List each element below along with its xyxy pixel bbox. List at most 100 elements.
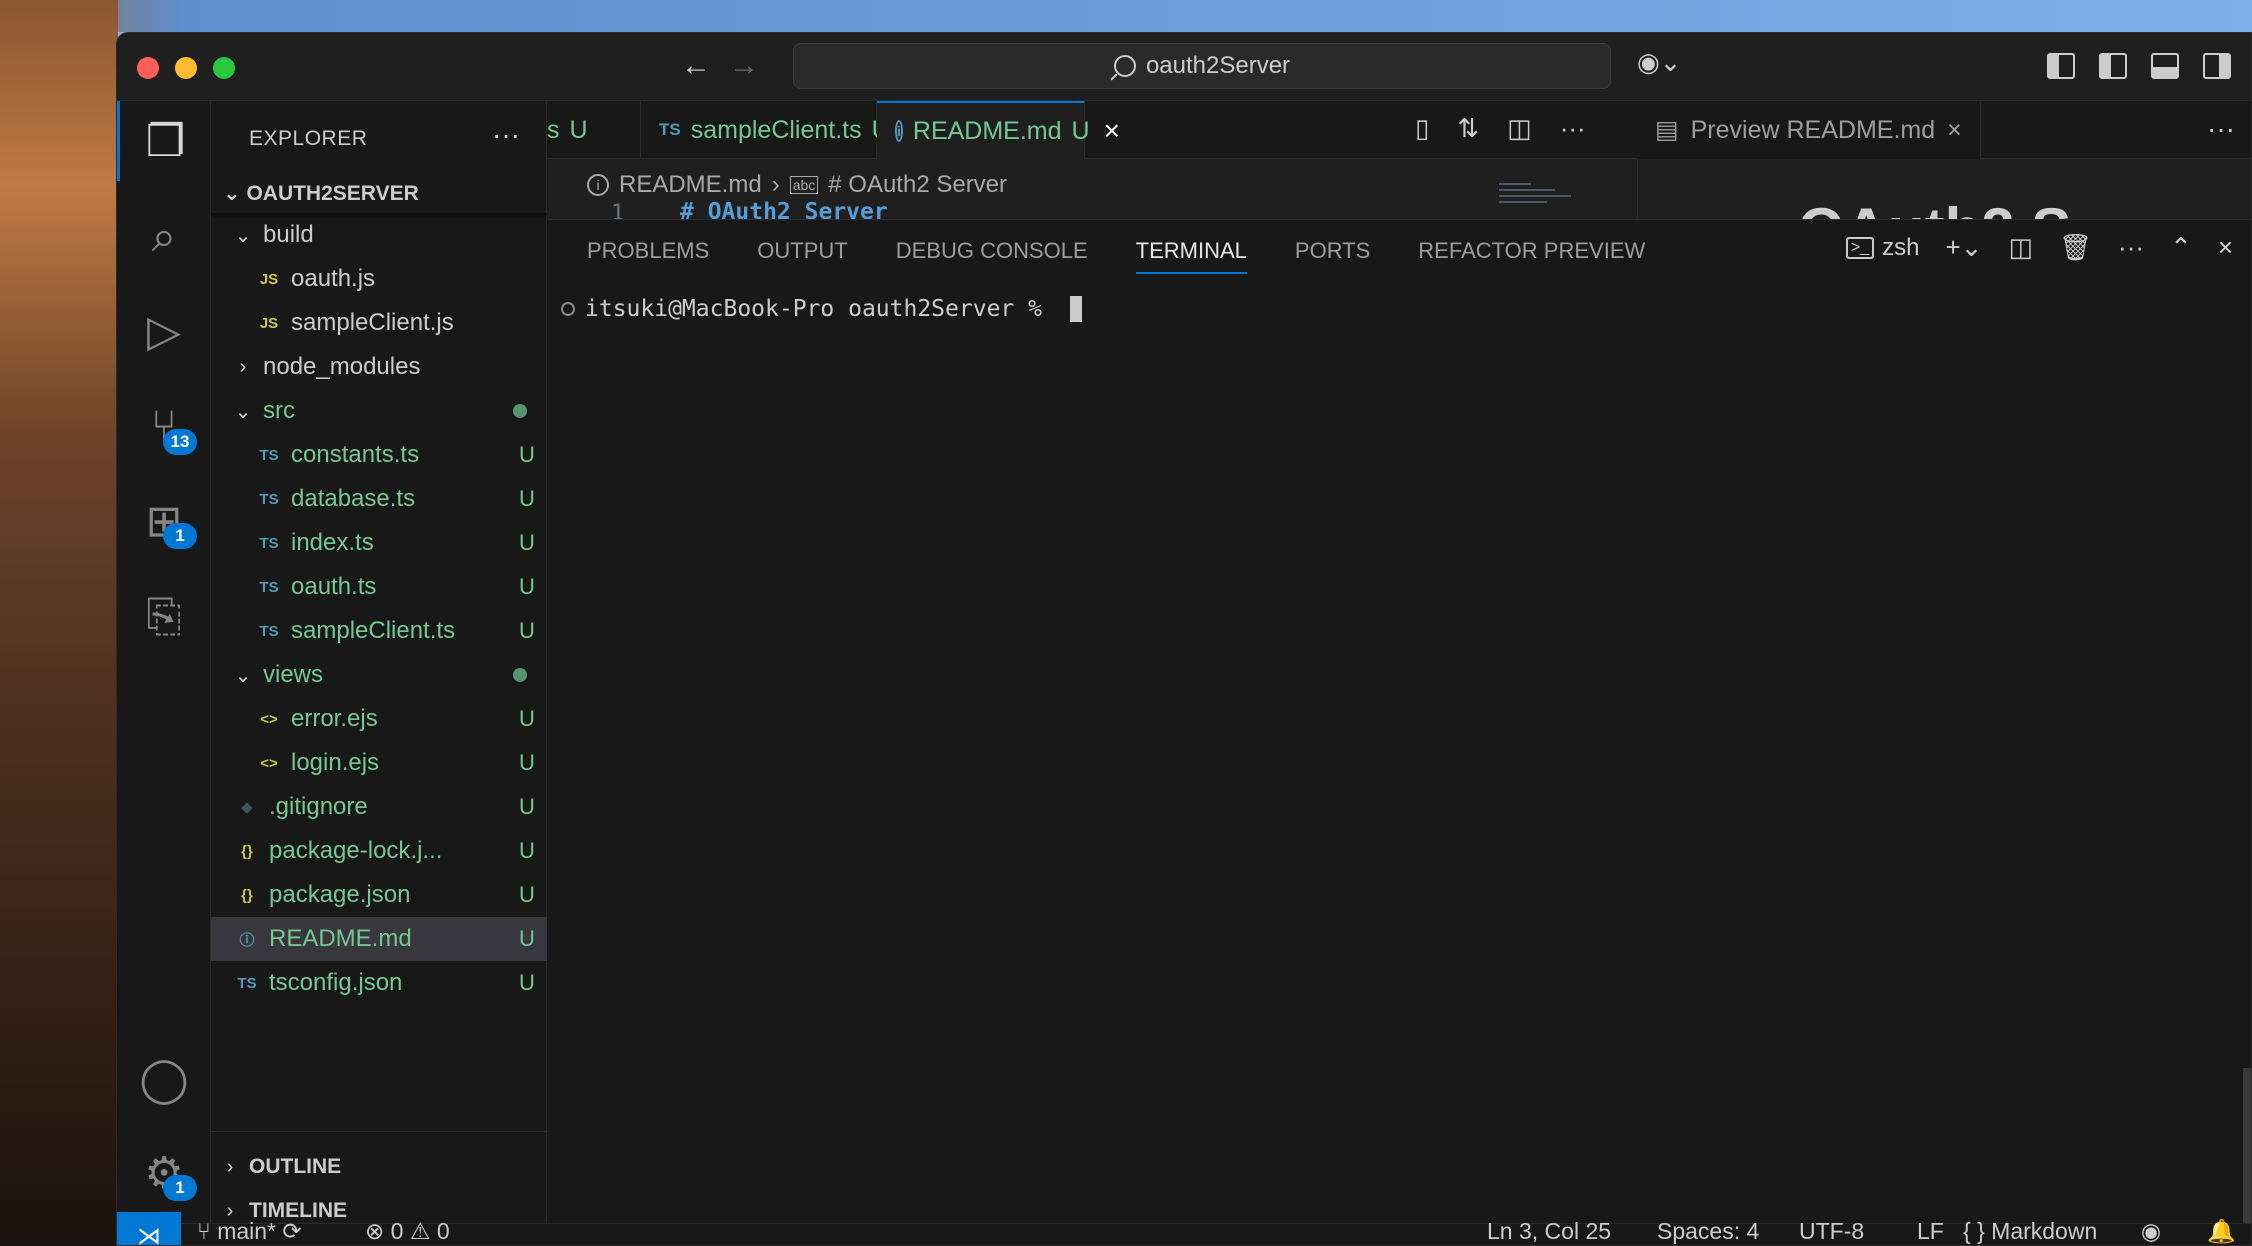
file-name: database.ts <box>291 485 416 512</box>
tab-sampleclient[interactable]: TS sampleClient.ts U <box>641 101 890 159</box>
indentation[interactable]: Spaces: 4 <box>1657 1218 1759 1245</box>
copilot-menu-icon[interactable]: ◉⌄ <box>1637 47 1681 78</box>
search-icon[interactable]: ⌕ <box>117 197 211 277</box>
toggle-panel-icon[interactable] <box>2151 53 2179 79</box>
git-status-untracked: U <box>519 486 535 511</box>
tab-terminal[interactable]: TERMINAL <box>1135 238 1247 274</box>
file-item[interactable]: JS oauth.js <box>211 257 547 301</box>
more-actions-icon[interactable]: ··· <box>492 119 520 151</box>
copilot-status-icon[interactable]: ◉ <box>2141 1218 2161 1245</box>
back-arrow-icon[interactable]: ← <box>681 49 711 83</box>
tab-debug-console[interactable]: DEBUG CONSOLE <box>896 238 1088 274</box>
git-status-untracked: U <box>519 574 535 599</box>
file-item[interactable]: {} package-lock.j... U <box>211 829 547 873</box>
folder-item[interactable]: ⌄ views <box>211 653 547 697</box>
file-item[interactable]: TS index.ts U <box>211 521 547 565</box>
git-status-untracked: U <box>519 926 535 951</box>
tab-problems[interactable]: PROBLEMS <box>587 238 709 274</box>
encoding[interactable]: UTF-8 <box>1799 1218 1864 1245</box>
info-icon: i <box>895 120 903 142</box>
notifications-bell-icon[interactable]: 🔔 <box>2207 1218 2236 1245</box>
split-editor-icon[interactable]: ◫ <box>1507 113 1532 144</box>
terminal-shell-selector[interactable]: >_ zsh <box>1845 234 1919 262</box>
close-icon[interactable]: × <box>1104 115 1120 147</box>
panel-tabs: PROBLEMS OUTPUT DEBUG CONSOLE TERMINAL P… <box>587 238 1645 274</box>
end-of-line[interactable]: LF <box>1917 1218 1944 1245</box>
tab-output[interactable]: OUTPUT <box>757 238 847 274</box>
trash-icon[interactable]: 🗑 <box>2059 232 2092 263</box>
zoom-window-button[interactable] <box>213 57 235 79</box>
branch-icon: ⑂ <box>197 1218 218 1244</box>
file-item[interactable]: TS oauth.ts U <box>211 565 547 609</box>
terminal-prompt-line[interactable]: itsuki@MacBook-Pro oauth2Server % <box>561 296 1082 322</box>
file-item[interactable]: <> error.ejs U <box>211 697 547 741</box>
language-mode[interactable]: { } Markdown <box>1963 1218 2097 1245</box>
explorer-icon[interactable]: ❐ <box>117 101 211 181</box>
toggle-secondary-sidebar-icon[interactable] <box>2203 53 2231 79</box>
run-debug-icon[interactable]: ▷ <box>117 291 211 371</box>
remote-indicator-icon[interactable]: ⋊ <box>117 1212 181 1245</box>
forward-arrow-icon[interactable]: → <box>729 49 759 83</box>
breadcrumb-file[interactable]: README.md <box>619 171 762 199</box>
accounts-icon[interactable]: ◯ <box>117 1039 211 1119</box>
folder-item[interactable]: › node_modules <box>211 345 547 389</box>
file-item[interactable]: TS constants.ts U <box>211 433 547 477</box>
more-actions-icon[interactable]: ··· <box>1560 113 1586 144</box>
branch-indicator[interactable]: ⑂ main* ⟳ <box>197 1218 302 1245</box>
outline-section[interactable]: › OUTLINE <box>211 1145 547 1189</box>
sync-icon[interactable]: ⟳ <box>282 1218 301 1244</box>
tab-truncated[interactable]: s U <box>547 101 641 159</box>
file-item[interactable]: TS sampleClient.ts U <box>211 609 547 653</box>
folder-item[interactable]: ⌄ build <box>211 213 547 257</box>
tab-ports[interactable]: PORTS <box>1295 238 1370 274</box>
more-actions-icon[interactable]: ··· <box>2118 232 2144 263</box>
scrollbar-thumb[interactable] <box>2243 1068 2251 1245</box>
close-window-button[interactable] <box>137 57 159 79</box>
command-center-search[interactable]: oauth2Server <box>793 43 1611 89</box>
typescript-icon: TS <box>259 578 279 596</box>
extensions-icon[interactable]: ⊞ 1 <box>117 481 211 561</box>
new-terminal-icon[interactable]: +⌄ <box>1945 232 1982 263</box>
file-item[interactable]: {} package.json U <box>211 873 547 917</box>
preview-more-actions-icon[interactable]: ··· <box>2207 113 2235 145</box>
compare-changes-icon[interactable]: ⇅ <box>1457 113 1479 144</box>
close-icon[interactable]: × <box>1947 116 1962 145</box>
terminal-scrollbar[interactable] <box>2243 278 2251 1245</box>
file-name: sampleClient.ts <box>291 617 456 644</box>
customize-layout-icon[interactable] <box>2047 53 2075 79</box>
split-terminal-icon[interactable]: ◫ <box>2008 232 2033 263</box>
error-count: 0 <box>390 1218 404 1244</box>
tab-readme[interactable]: i README.md U × <box>877 101 1120 159</box>
settings-badge: 1 <box>163 1175 197 1201</box>
git-status-untracked: U <box>519 442 535 467</box>
json-icon: {} <box>241 886 253 904</box>
toggle-primary-sidebar-icon[interactable] <box>2099 53 2127 79</box>
remote-explorer-icon[interactable]: ⎘ <box>117 577 211 657</box>
tab-refactor-preview[interactable]: REFACTOR PREVIEW <box>1418 238 1645 274</box>
file-item[interactable]: ⓘ README.md U <box>211 917 547 961</box>
maximize-panel-icon[interactable]: ⌃ <box>2170 232 2192 263</box>
close-panel-icon[interactable]: × <box>2218 232 2233 263</box>
problems-indicator[interactable]: ⊗ 0 ⚠ 0 <box>365 1218 450 1245</box>
file-item[interactable]: TS database.ts U <box>211 477 547 521</box>
minimap[interactable] <box>1499 183 1579 223</box>
chevron-down-icon: ⌄ <box>223 182 247 205</box>
open-preview-icon[interactable]: ▯ <box>1415 113 1429 144</box>
source-control-icon[interactable]: ⑂ 13 <box>117 387 211 467</box>
file-item[interactable]: TS tsconfig.json U <box>211 961 547 1005</box>
markdown-preview: OAuth2 S <box>1637 159 2251 219</box>
file-item[interactable]: <> login.ejs U <box>211 741 547 785</box>
minimize-window-button[interactable] <box>175 57 197 79</box>
breadcrumb-symbol[interactable]: # OAuth2 Server <box>828 171 1007 199</box>
file-name: build <box>263 221 314 248</box>
tab-preview-readme[interactable]: ▤ Preview README.md × <box>1637 101 1981 159</box>
file-item[interactable]: ◆ .gitignore U <box>211 785 547 829</box>
gear-icon[interactable]: ⚙ 1 <box>117 1133 211 1213</box>
file-item[interactable]: JS sampleClient.js <box>211 301 547 345</box>
workspace-root[interactable]: ⌄ OAUTH2SERVER <box>223 181 419 206</box>
tab-status: U <box>569 115 588 144</box>
git-status-dot <box>513 404 527 418</box>
folder-item[interactable]: ⌄ src <box>211 389 547 433</box>
panel-actions: >_ zsh +⌄ ◫ 🗑 ··· ⌃ × <box>1845 232 2233 263</box>
cursor-position[interactable]: Ln 3, Col 25 <box>1487 1218 1611 1245</box>
